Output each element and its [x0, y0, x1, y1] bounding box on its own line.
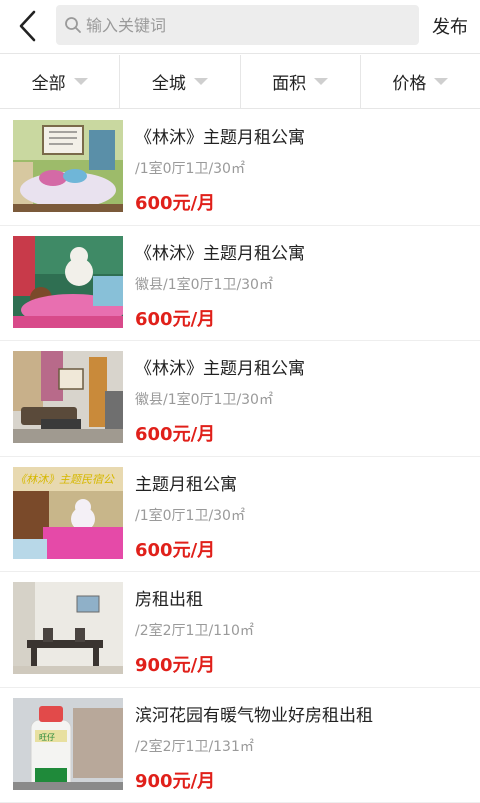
- listing-list: 《林沐》主题月租公寓 /1室0厅1卫/30㎡ 600元/月 《林沐》主题月租公寓…: [0, 110, 480, 803]
- filter-city[interactable]: 全城: [120, 55, 240, 108]
- listing-item[interactable]: 《林沐》主题民宿公 主题月租公寓 /1室0厅1卫/30㎡ 600元/月: [0, 457, 480, 573]
- listing-title: 主题月租公寓: [135, 470, 237, 495]
- listing-price: 600元/月: [135, 420, 215, 446]
- listing-price: 600元/月: [135, 189, 215, 215]
- listing-meta: /2室2厅1卫/131㎡: [135, 736, 254, 756]
- listing-title: 《林沐》主题月租公寓: [135, 123, 305, 148]
- search-input[interactable]: [86, 16, 386, 35]
- listing-price: 600元/月: [135, 305, 215, 331]
- caret-down-icon: [314, 78, 328, 85]
- photo-caption: 旺仔: [39, 732, 55, 742]
- filter-label: 面积: [272, 69, 306, 94]
- filter-label: 全城: [152, 69, 186, 94]
- caret-down-icon: [74, 78, 88, 85]
- listing-item[interactable]: 《林沐》主题月租公寓 徽县/1室0厅1卫/30㎡ 600元/月: [0, 341, 480, 457]
- caret-down-icon: [194, 78, 208, 85]
- back-button[interactable]: [10, 6, 44, 46]
- back-arrow-icon: [16, 9, 38, 43]
- listing-price: 600元/月: [135, 536, 215, 562]
- listing-item[interactable]: 《林沐》主题月租公寓 徽县/1室0厅1卫/30㎡ 600元/月: [0, 226, 480, 342]
- listing-photo: [13, 120, 123, 212]
- top-bar: 发布: [0, 0, 480, 54]
- search-icon: [64, 16, 82, 34]
- listing-meta: /1室0厅1卫/30㎡: [135, 505, 245, 525]
- listing-photo: [13, 582, 123, 674]
- filter-area[interactable]: 面积: [241, 55, 361, 108]
- listing-photo: [13, 236, 123, 328]
- listing-photo: 旺仔: [13, 698, 123, 790]
- listing-photo: 《林沐》主题民宿公: [13, 467, 123, 559]
- publish-button[interactable]: 发布: [432, 13, 468, 39]
- filter-label: 价格: [392, 69, 426, 94]
- listing-meta: 徽县/1室0厅1卫/30㎡: [135, 274, 273, 294]
- listing-price: 900元/月: [135, 767, 215, 793]
- listing-title: 滨河花园有暖气物业好房租出租: [135, 701, 373, 726]
- caret-down-icon: [434, 78, 448, 85]
- filter-bar: 全部 全城 面积 价格: [0, 55, 480, 109]
- listing-item[interactable]: 房租出租 /2室2厅1卫/110㎡ 900元/月: [0, 572, 480, 688]
- listing-title: 《林沐》主题月租公寓: [135, 239, 305, 264]
- listing-meta: 徽县/1室0厅1卫/30㎡: [135, 389, 273, 409]
- listing-title: 《林沐》主题月租公寓: [135, 354, 305, 379]
- listing-item[interactable]: 《林沐》主题月租公寓 /1室0厅1卫/30㎡ 600元/月: [0, 110, 480, 226]
- listing-item[interactable]: 旺仔 滨河花园有暖气物业好房租出租 /2室2厅1卫/131㎡ 900元/月: [0, 688, 480, 803]
- listing-title: 房租出租: [135, 585, 203, 610]
- filter-price[interactable]: 价格: [361, 55, 480, 108]
- listing-price: 900元/月: [135, 651, 215, 677]
- filter-label: 全部: [32, 69, 66, 94]
- listing-meta: /1室0厅1卫/30㎡: [135, 158, 245, 178]
- search-box[interactable]: [56, 5, 419, 45]
- listing-photo: [13, 351, 123, 443]
- filter-all[interactable]: 全部: [0, 55, 120, 108]
- listing-meta: /2室2厅1卫/110㎡: [135, 620, 254, 640]
- photo-caption: 《林沐》主题民宿公: [15, 473, 115, 486]
